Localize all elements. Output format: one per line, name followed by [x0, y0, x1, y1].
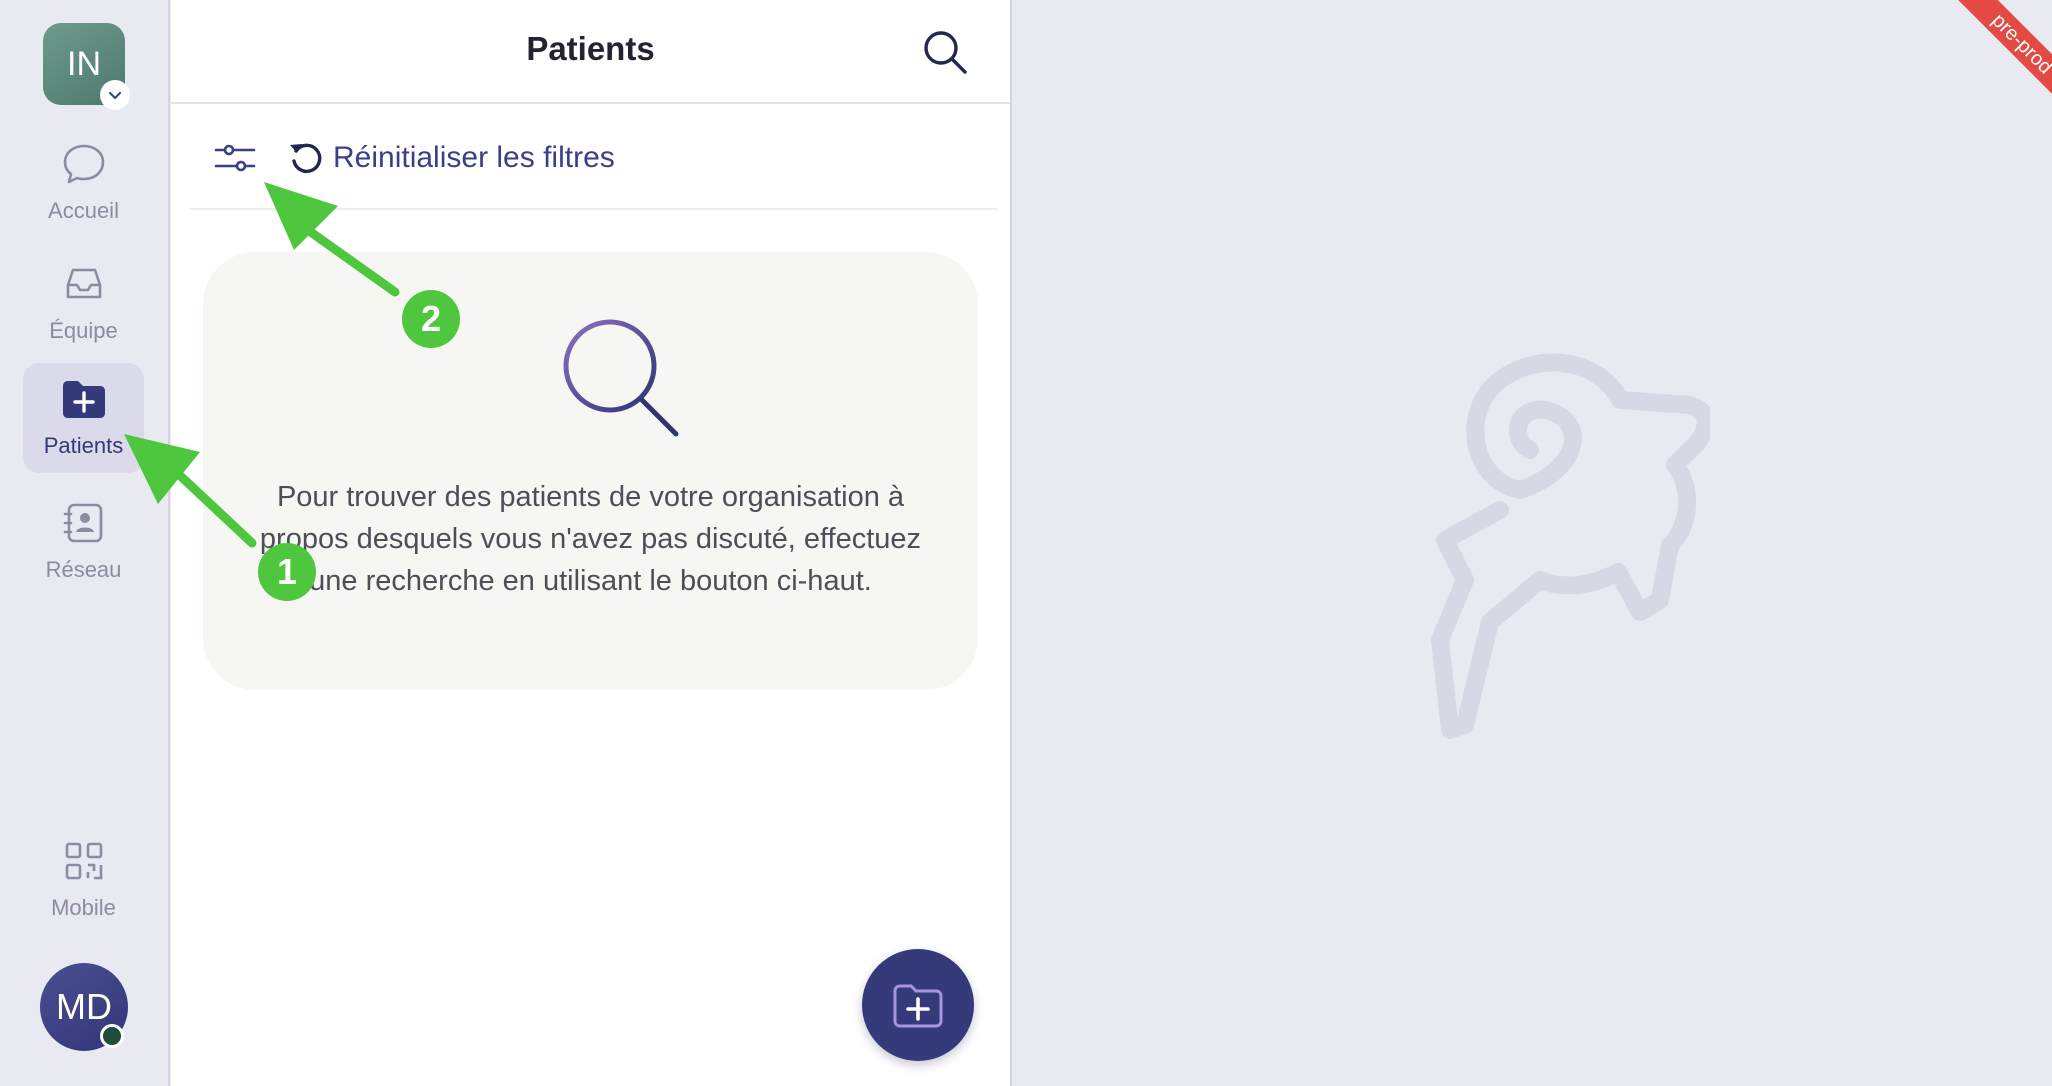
nav-label: Mobile: [51, 895, 116, 920]
nav-label: Patients: [43, 433, 124, 458]
navigation-rail: IN Accueil Équipe Patients Réseau Mobile: [0, 0, 170, 1086]
contact-book-icon: [58, 497, 110, 549]
sliders-icon: [214, 144, 256, 172]
reset-filters-label: Réinitialiser les filtres: [333, 141, 615, 174]
chat-bubble-icon: [58, 138, 110, 190]
empty-state-message: Pour trouver des patients de votre organ…: [259, 481, 922, 597]
magnifier-illustration-icon: [563, 319, 679, 437]
annotation-marker-2: 2: [402, 290, 460, 348]
nav-item-mobile[interactable]: Mobile: [23, 825, 144, 935]
folder-plus-icon: [893, 984, 943, 1028]
ram-logo-icon: [1431, 353, 1710, 739]
annotation-marker-1: 1: [258, 543, 316, 601]
reset-filters-button[interactable]: Réinitialiser les filtres: [287, 136, 615, 180]
online-status-indicator: [100, 1024, 124, 1048]
panel-header: Patients: [171, 0, 1010, 104]
add-patient-button[interactable]: [862, 949, 974, 1061]
patients-panel: Patients Réinitialiser les filtres Pour …: [171, 0, 1012, 1086]
nav-label: Réseau: [45, 557, 122, 582]
nav-label: Équipe: [49, 318, 118, 343]
organization-switcher[interactable]: IN: [43, 23, 130, 110]
filter-settings-button[interactable]: [213, 136, 257, 180]
empty-state-card: Pour trouver des patients de votre organ…: [203, 252, 978, 690]
nav-item-equipe[interactable]: Équipe: [23, 248, 144, 358]
folder-plus-icon: [58, 373, 110, 425]
search-button[interactable]: [921, 28, 969, 76]
inbox-icon: [58, 258, 110, 310]
organization-initials: IN: [67, 44, 101, 83]
filter-toolbar: Réinitialiser les filtres: [189, 106, 997, 210]
environment-ribbon: pre-prod: [1941, 0, 2052, 125]
search-icon: [924, 31, 967, 74]
nav-item-reseau[interactable]: Réseau: [23, 487, 144, 597]
nav-label: Accueil: [48, 198, 119, 223]
qr-code-icon: [58, 835, 110, 887]
user-initials: MD: [56, 986, 112, 1027]
user-avatar[interactable]: MD: [40, 963, 128, 1051]
chevron-down-icon: [100, 80, 130, 110]
reset-icon: [290, 143, 322, 174]
page-title: Patients: [526, 30, 655, 67]
nav-item-patients[interactable]: Patients: [23, 363, 144, 473]
nav-item-accueil[interactable]: Accueil: [23, 128, 144, 238]
